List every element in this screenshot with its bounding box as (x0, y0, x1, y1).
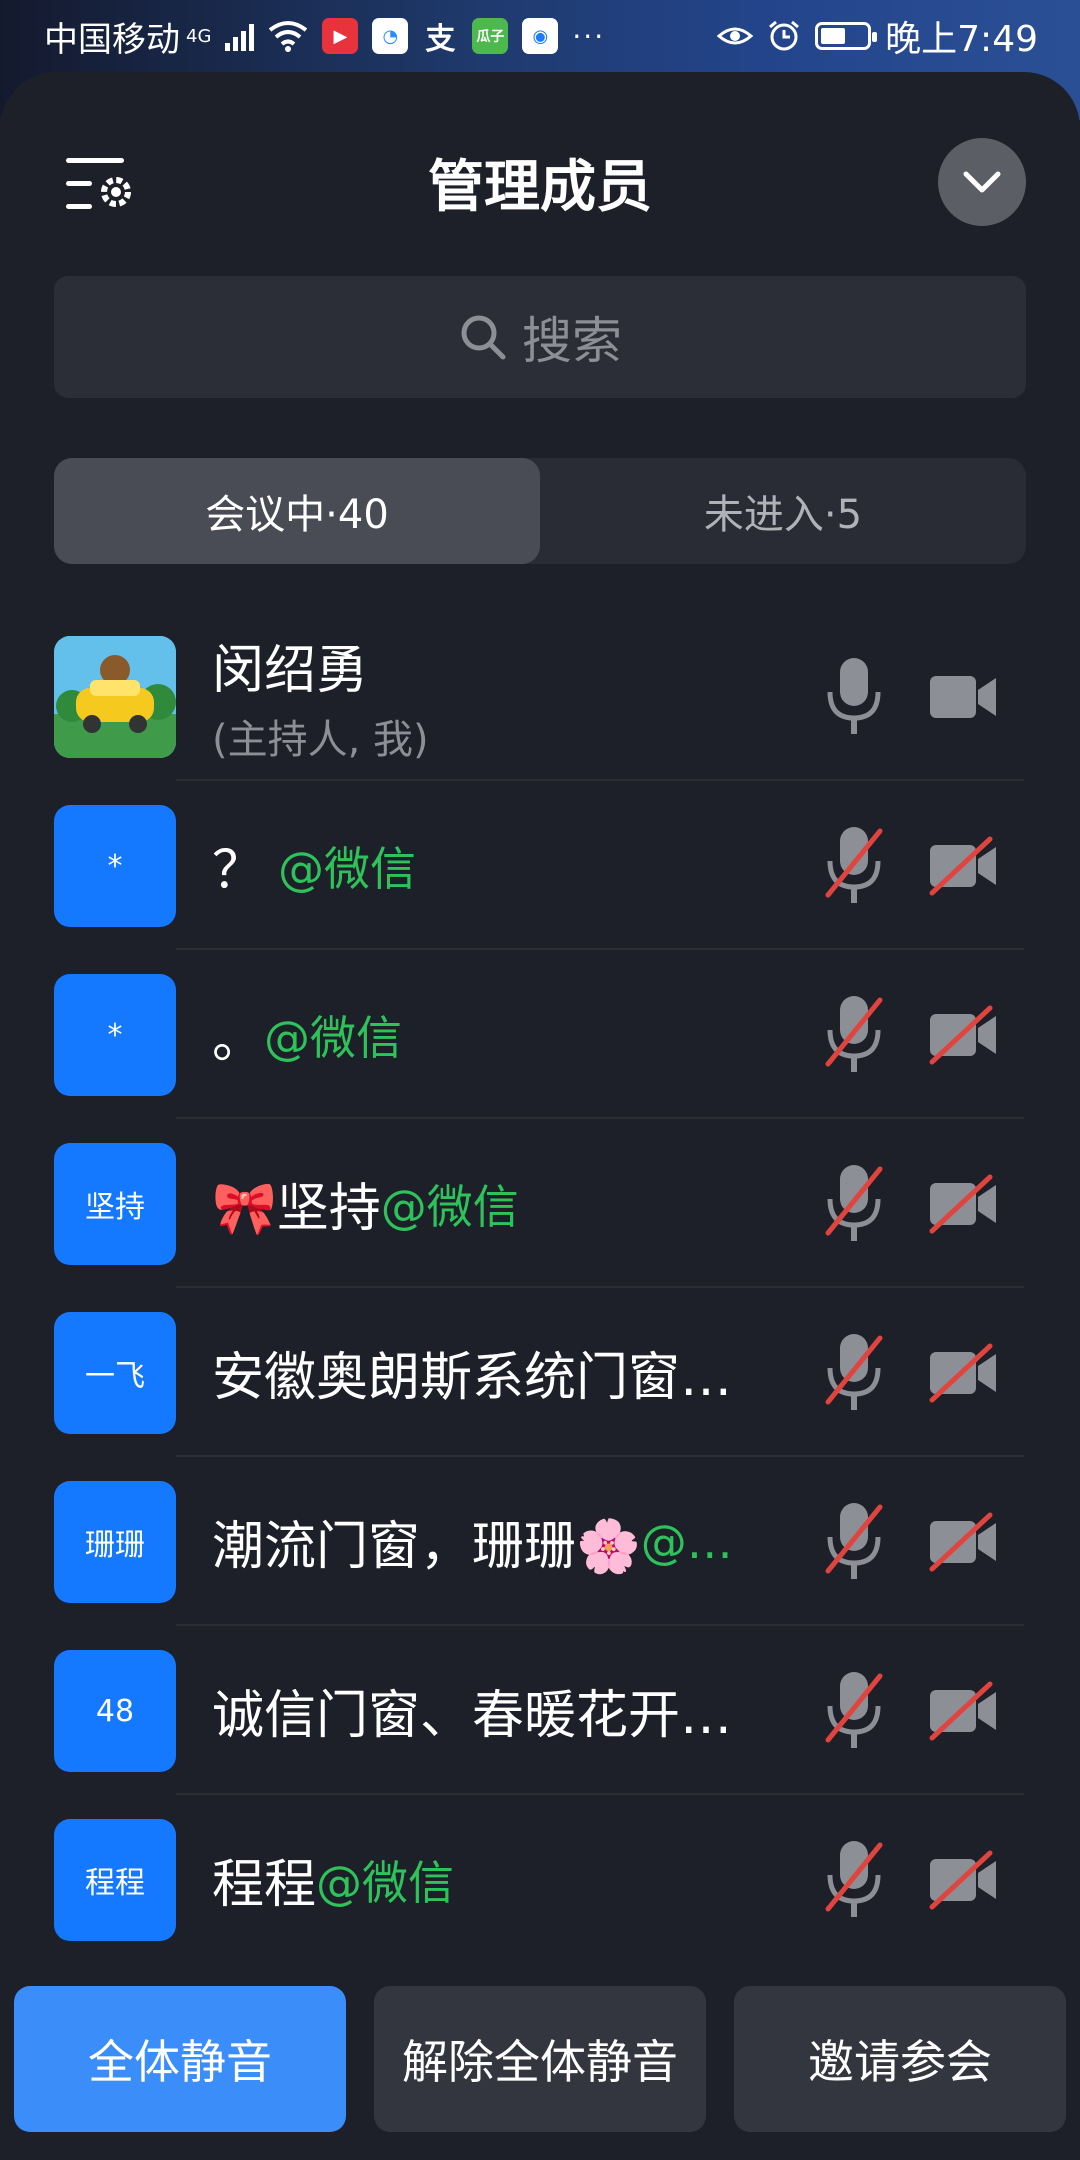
member-name: 程程 (212, 1855, 317, 1915)
unmute-all-button[interactable]: 解除全体静音 (374, 1986, 706, 2132)
member-name-block: 程程 @微信 (212, 1795, 792, 1964)
bottom-action-bar: 全体静音 解除全体静音 邀请参会 (0, 1956, 1080, 2160)
microphone-icon[interactable] (824, 654, 884, 740)
member-row[interactable]: 坚持 🎀坚持 @微信 (0, 1119, 1080, 1288)
member-name-block: ？ @微信 (212, 781, 792, 950)
avatar: 一飞 (54, 1312, 176, 1434)
camera-icon[interactable] (928, 666, 998, 728)
member-name: 🎀坚持 (212, 1179, 381, 1239)
member-name: 安徽奥朗斯系统门窗… (212, 1348, 733, 1408)
carrier-label: 中国移动 (44, 19, 180, 60)
melon-app-icon: 瓜子 (472, 18, 509, 54)
member-name-block: 潮流门窗，珊珊🌸 @… (212, 1457, 792, 1626)
camera-off-icon[interactable] (928, 1342, 998, 1404)
member-row[interactable]: 一飞 安徽奥朗斯系统门窗… (0, 1288, 1080, 1457)
microphone-muted-icon[interactable] (824, 823, 884, 909)
member-source-tag: @微信 (380, 1179, 519, 1234)
microphone-muted-icon[interactable] (824, 1668, 884, 1754)
cartoon-car-avatar-image (54, 636, 176, 758)
blue-app-icon: ◉ (522, 18, 559, 54)
avatar: 坚持 (54, 1143, 176, 1265)
microphone-muted-icon[interactable] (824, 1499, 884, 1585)
microphone-muted-icon[interactable] (824, 1161, 884, 1247)
avatar: 48 (54, 1650, 176, 1772)
search-icon (461, 315, 506, 360)
member-management-panel: 管理成员 搜索 会议中·40 未进入·5 闵绍勇 (主持人, 我) * ？ @微… (0, 72, 1080, 2160)
camera-off-icon[interactable] (928, 1173, 998, 1235)
member-role: (主持人, 我) (212, 717, 429, 763)
avatar: * (54, 974, 176, 1096)
member-row[interactable]: 程程 程程 @微信 (0, 1795, 1080, 1964)
camera-off-icon[interactable] (928, 1004, 998, 1066)
member-list: 闵绍勇 (主持人, 我) * ？ @微信 * 。 @微信 坚持 🎀坚持 @微信 … (0, 612, 1080, 1964)
member-row[interactable]: * 。 @微信 (0, 950, 1080, 1119)
chevron-down-icon (963, 171, 1001, 193)
video-app-icon: ▶ (322, 18, 359, 54)
camera-off-icon[interactable] (928, 1511, 998, 1573)
wifi-icon (269, 21, 308, 52)
member-source-tag: @微信 (264, 1010, 403, 1065)
microphone-muted-icon[interactable] (824, 1837, 884, 1923)
microphone-muted-icon[interactable] (824, 992, 884, 1078)
member-row[interactable]: 珊珊 潮流门窗，珊珊🌸 @… (0, 1457, 1080, 1626)
search-placeholder: 搜索 (522, 312, 622, 370)
header: 管理成员 (0, 72, 1080, 272)
alipay-icon: 支 (425, 22, 456, 57)
collapse-button[interactable] (938, 138, 1026, 226)
member-name-block: 闵绍勇 (主持人, 我) (212, 612, 792, 781)
invite-button[interactable]: 邀请参会 (734, 1986, 1066, 2132)
tab-not-joined[interactable]: 未进入·5 (540, 458, 1026, 564)
battery-icon (815, 22, 878, 50)
member-source-tag: @微信 (316, 1855, 455, 1910)
member-name-block: 诚信门窗、春暖花开… (212, 1626, 792, 1795)
tab-in-meeting[interactable]: 会议中·40 (54, 458, 540, 564)
camera-off-icon[interactable] (928, 1849, 998, 1911)
member-name: 闵绍勇 (212, 641, 369, 701)
member-source-tag: @… (640, 1514, 733, 1569)
more-notifications-icon: ··· (572, 19, 606, 53)
member-name-block: 。 @微信 (212, 950, 792, 1119)
network-type: 4G (186, 25, 212, 47)
member-name: ？ (212, 841, 265, 901)
member-source-tag: @微信 (278, 841, 417, 896)
member-row[interactable]: * ？ @微信 (0, 781, 1080, 950)
avatar: 珊珊 (54, 1481, 176, 1603)
status-bar: 中国移动 4G ▶ ◔ 支 瓜子 ◉ ··· 晚上7:49 (0, 0, 1080, 72)
avatar: * (54, 805, 176, 927)
member-row[interactable]: 闵绍勇 (主持人, 我) (0, 612, 1080, 781)
member-name-block: 安徽奥朗斯系统门窗… (212, 1288, 792, 1457)
avatar (54, 636, 176, 758)
member-tabs: 会议中·40 未进入·5 (54, 458, 1026, 564)
member-name: 诚信门窗、春暖花开… (212, 1686, 733, 1746)
member-name: 潮流门窗，珊珊🌸 (212, 1517, 641, 1577)
member-row[interactable]: 48 诚信门窗、春暖花开… (0, 1626, 1080, 1795)
search-input[interactable]: 搜索 (54, 276, 1026, 398)
camera-off-icon[interactable] (928, 835, 998, 897)
page-title: 管理成员 (428, 155, 652, 220)
member-name-block: 🎀坚持 @微信 (212, 1119, 792, 1288)
signal-icon (225, 21, 255, 51)
avatar: 程程 (54, 1819, 176, 1941)
member-name: 。 (212, 1010, 265, 1070)
eye-comfort-icon (717, 27, 754, 45)
camera-off-icon[interactable] (928, 1680, 998, 1742)
chat-app-icon: ◔ (372, 18, 409, 54)
clock: 晚上7:49 (885, 19, 1038, 60)
mute-all-button[interactable]: 全体静音 (14, 1986, 346, 2132)
alarm-icon (769, 20, 800, 51)
microphone-muted-icon[interactable] (824, 1330, 884, 1416)
